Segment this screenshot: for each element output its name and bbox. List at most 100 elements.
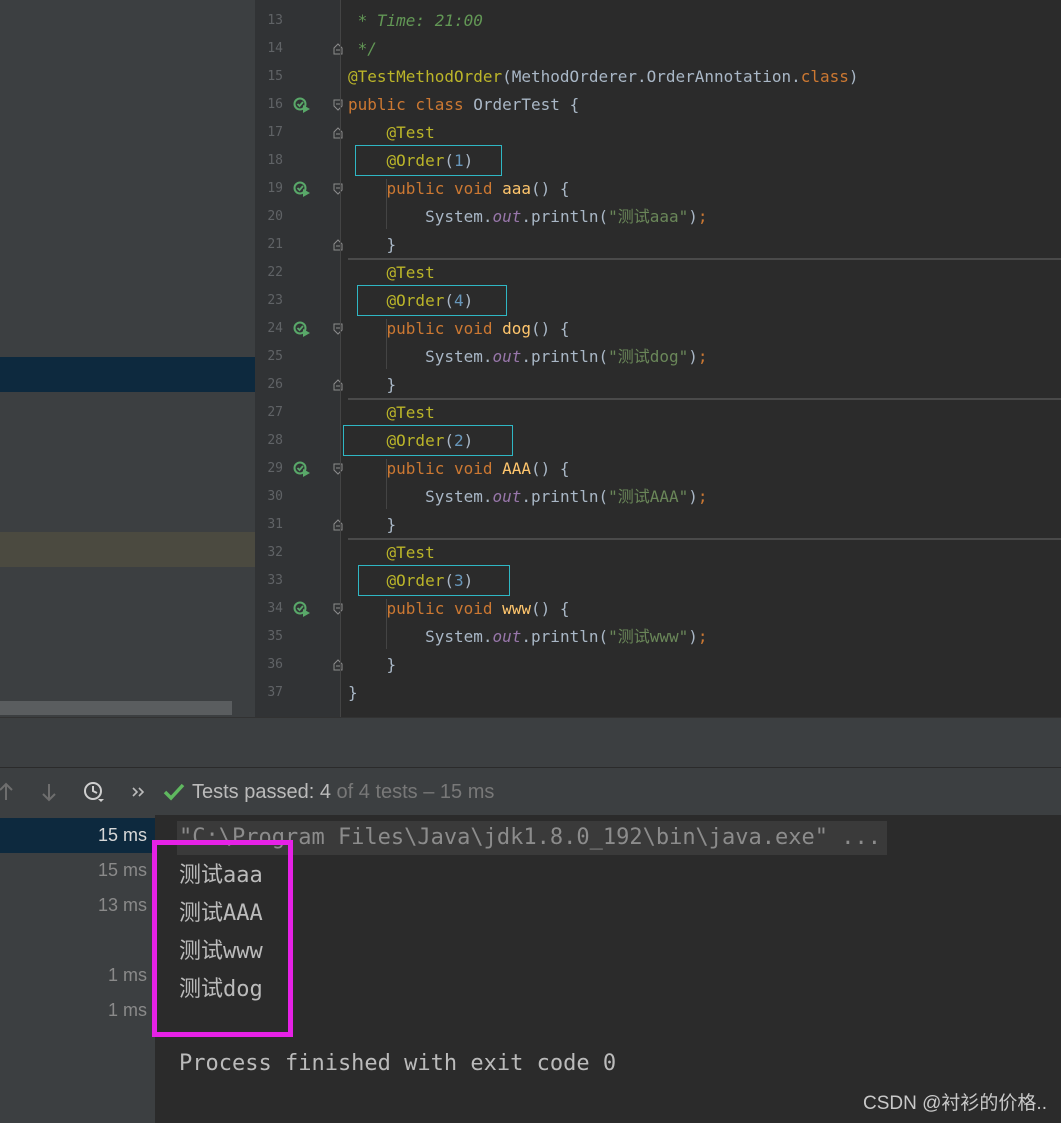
clock-history-icon[interactable] [82, 780, 106, 804]
code-line-14[interactable]: 14 */ [255, 35, 1061, 63]
line-number: 25 [267, 349, 283, 364]
run-test-icon[interactable] [293, 321, 311, 337]
fold-marker-icon[interactable] [333, 127, 343, 139]
code-line-32[interactable]: 32 @Test [255, 539, 1061, 567]
code-line-34[interactable]: 34 public void www() { [255, 595, 1061, 623]
order-annotation-highlight [358, 565, 510, 596]
code-line-29[interactable]: 29 public void AAA() { [255, 455, 1061, 483]
method-separator [348, 258, 1061, 260]
line-number: 13 [267, 13, 283, 28]
fold-marker-icon[interactable] [333, 379, 343, 391]
code-text: public class OrderTest { [348, 95, 580, 114]
tests-status: Tests passed: 4 of 4 tests – 15 ms [192, 768, 494, 816]
test-duration-root[interactable]: 15 ms [0, 818, 155, 853]
fold-marker-icon[interactable] [333, 99, 343, 111]
code-text: } [348, 683, 358, 702]
line-number: 27 [267, 405, 283, 420]
project-panel [0, 0, 255, 717]
code-line-21[interactable]: 21 } [255, 231, 1061, 259]
line-number: 20 [267, 209, 283, 224]
code-line-22[interactable]: 22 @Test [255, 259, 1061, 287]
indent-guide [386, 179, 387, 229]
run-test-icon[interactable] [293, 181, 311, 197]
fold-marker-icon[interactable] [333, 603, 343, 615]
code-line-23[interactable]: 23 @Order(4) [255, 285, 1061, 316]
code-line-36[interactable]: 36 } [255, 651, 1061, 679]
code-text: public void aaa() { [386, 179, 570, 198]
code-line-37[interactable]: 37} [255, 679, 1061, 707]
code-line-13[interactable]: 13 * Time: 21:00 [255, 7, 1061, 35]
fold-marker-icon[interactable] [333, 323, 343, 335]
test-duration-3[interactable]: 1 ms [0, 958, 147, 993]
test-duration-4[interactable]: 1 ms [0, 993, 147, 1028]
code-line-16[interactable]: 16 public class OrderTest { [255, 91, 1061, 119]
code-line-15[interactable]: 15 @TestMethodOrder(MethodOrderer.OrderAn… [255, 63, 1061, 91]
fold-marker-icon[interactable] [333, 659, 343, 671]
code-text: @Test [386, 123, 435, 142]
code-text: } [348, 655, 397, 674]
code-text: System.out.println("测试www"); [348, 627, 708, 646]
code-line-26[interactable]: 26 } [255, 371, 1061, 399]
line-number: 26 [267, 377, 283, 392]
process-finished-message: Process finished with exit code 0 [179, 1051, 617, 1076]
code-editor[interactable]: 13 * Time: 21:00 14 */15 @TestMethodOrder(… [255, 0, 1061, 717]
project-selected-row[interactable] [0, 357, 255, 392]
line-number: 18 [267, 153, 283, 168]
order-annotation-highlight [343, 425, 513, 456]
test-duration-1[interactable]: 15 ms [0, 853, 147, 888]
tests-passed-count: 4 [319, 781, 331, 803]
indent-guide [386, 459, 387, 509]
code-line-30[interactable]: 30 System.out.println("测试AAA"); [255, 483, 1061, 511]
code-line-31[interactable]: 31 } [255, 511, 1061, 539]
test-duration-2[interactable]: 13 ms [0, 888, 147, 923]
code-text: System.out.println("测试AAA"); [348, 487, 708, 506]
line-number: 30 [267, 489, 283, 504]
line-number: 35 [267, 629, 283, 644]
class-indent-guide [340, 0, 341, 717]
run-test-icon[interactable] [293, 97, 311, 113]
code-line-25[interactable]: 25 System.out.println("测试dog"); [255, 343, 1061, 371]
code-line-19[interactable]: 19 public void aaa() { [255, 175, 1061, 203]
chevron-double-right-icon[interactable] [130, 780, 146, 804]
arrow-up-icon[interactable] [0, 780, 18, 804]
line-number: 33 [267, 573, 283, 588]
fold-marker-icon[interactable] [333, 519, 343, 531]
line-number: 16 [267, 97, 283, 112]
method-separator [348, 538, 1061, 540]
line-number: 23 [267, 293, 283, 308]
code-line-18[interactable]: 18 @Order(1) [255, 145, 1061, 176]
code-text: public void AAA() { [386, 459, 570, 478]
line-number: 22 [267, 265, 283, 280]
code-line-35[interactable]: 35 System.out.println("测试www"); [255, 623, 1061, 651]
code-text: @Test [386, 543, 435, 562]
project-horizontal-scrollbar[interactable] [0, 701, 232, 715]
project-highlight-row[interactable] [0, 532, 255, 567]
test-tree-panel: 15 ms 15 ms 13 ms 1 ms 1 ms [0, 815, 155, 1123]
fold-marker-icon[interactable] [333, 43, 343, 55]
run-test-icon[interactable] [293, 461, 311, 477]
code-line-20[interactable]: 20 System.out.println("测试aaa"); [255, 203, 1061, 231]
line-number: 19 [267, 181, 283, 196]
code-text: System.out.println("测试aaa"); [348, 207, 708, 226]
fold-marker-icon[interactable] [333, 239, 343, 251]
tests-status-label: Tests passed: [192, 781, 320, 803]
line-number: 21 [267, 237, 283, 252]
check-icon [163, 783, 185, 801]
run-test-icon[interactable] [293, 601, 311, 617]
indent-guide [386, 319, 387, 369]
indent-guide [386, 599, 387, 649]
code-line-27[interactable]: 27 @Test [255, 399, 1061, 427]
code-line-24[interactable]: 24 public void dog() { [255, 315, 1061, 343]
run-window-header [0, 717, 1061, 768]
code-text: */ [348, 39, 377, 58]
method-separator [348, 398, 1061, 400]
code-line-33[interactable]: 33 @Order(3) [255, 565, 1061, 596]
line-number: 28 [267, 433, 283, 448]
line-number: 34 [267, 601, 283, 616]
code-line-17[interactable]: 17 @Test [255, 119, 1061, 147]
arrow-down-icon[interactable] [37, 780, 61, 804]
fold-marker-icon[interactable] [333, 463, 343, 475]
code-line-28[interactable]: 28 @Order(2) [255, 425, 1061, 456]
line-number: 24 [267, 321, 283, 336]
fold-marker-icon[interactable] [333, 183, 343, 195]
